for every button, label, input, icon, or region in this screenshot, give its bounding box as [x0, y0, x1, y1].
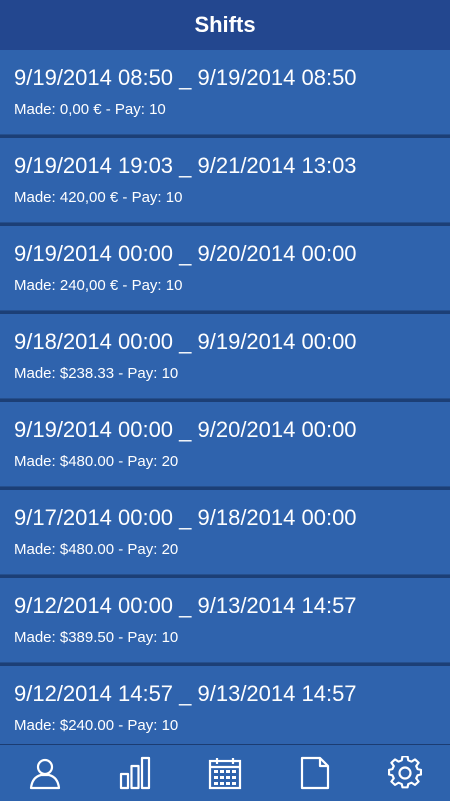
shift-date-range: 9/12/2014 00:00 _ 9/13/2014 14:57 — [14, 593, 357, 618]
calendar-icon — [208, 758, 242, 790]
user-icon — [29, 758, 61, 790]
nav-stats-button[interactable] — [90, 745, 180, 801]
shift-date-range: 9/18/2014 00:00 _ 9/19/2014 00:00 — [14, 329, 357, 354]
shift-row[interactable]: 9/18/2014 00:00 _ 9/19/2014 00:00 Made: … — [0, 314, 450, 399]
nav-reports-button[interactable] — [270, 745, 360, 801]
shift-row[interactable]: 9/12/2014 14:57 _ 9/13/2014 14:57 Made: … — [0, 666, 450, 744]
nav-settings-button[interactable] — [360, 745, 450, 801]
bar-chart-icon — [119, 756, 151, 790]
app-header: Shifts — [0, 0, 450, 50]
shift-details: Made: $389.50 - Pay: 10 — [14, 629, 179, 646]
shift-date-range: 9/17/2014 00:00 _ 9/18/2014 00:00 — [14, 505, 357, 530]
shift-row[interactable]: 9/17/2014 00:00 _ 9/18/2014 00:00 Made: … — [0, 490, 450, 575]
shift-date-range: 9/19/2014 00:00 _ 9/20/2014 00:00 — [14, 417, 357, 442]
shift-row[interactable]: 9/19/2014 08:50 _ 9/19/2014 08:50 Made: … — [0, 50, 450, 135]
shift-date-range: 9/12/2014 14:57 _ 9/13/2014 14:57 — [14, 681, 357, 706]
nav-calendar-button[interactable] — [180, 745, 270, 801]
shift-details: Made: $480.00 - Pay: 20 — [14, 541, 179, 558]
shift-date-range: 9/19/2014 08:50 _ 9/19/2014 08:50 — [14, 65, 357, 90]
shift-list[interactable]: 9/19/2014 08:50 _ 9/19/2014 08:50 Made: … — [0, 50, 450, 744]
shift-details: Made: $240.00 - Pay: 10 — [14, 717, 179, 734]
shift-details: Made: 240,00 € - Pay: 10 — [14, 277, 183, 294]
shift-details: Made: 0,00 € - Pay: 10 — [14, 101, 166, 118]
shift-details: Made: 420,00 € - Pay: 10 — [14, 189, 183, 206]
document-icon — [300, 756, 330, 790]
shift-row[interactable]: 9/12/2014 00:00 _ 9/13/2014 14:57 Made: … — [0, 578, 450, 663]
shift-details: Made: $238.33 - Pay: 10 — [14, 365, 179, 382]
gear-icon — [388, 756, 422, 789]
shift-row[interactable]: 9/19/2014 00:00 _ 9/20/2014 00:00 Made: … — [0, 226, 450, 311]
shift-row[interactable]: 9/19/2014 00:00 _ 9/20/2014 00:00 Made: … — [0, 402, 450, 487]
nav-profile-button[interactable] — [0, 745, 90, 801]
shift-date-range: 9/19/2014 00:00 _ 9/20/2014 00:00 — [14, 241, 357, 266]
page-title: Shifts — [194, 12, 256, 37]
shift-details: Made: $480.00 - Pay: 20 — [14, 453, 179, 470]
shift-date-range: 9/19/2014 19:03 _ 9/21/2014 13:03 — [14, 153, 357, 178]
shift-row[interactable]: 9/19/2014 19:03 _ 9/21/2014 13:03 Made: … — [0, 138, 450, 223]
bottom-nav — [0, 744, 450, 801]
